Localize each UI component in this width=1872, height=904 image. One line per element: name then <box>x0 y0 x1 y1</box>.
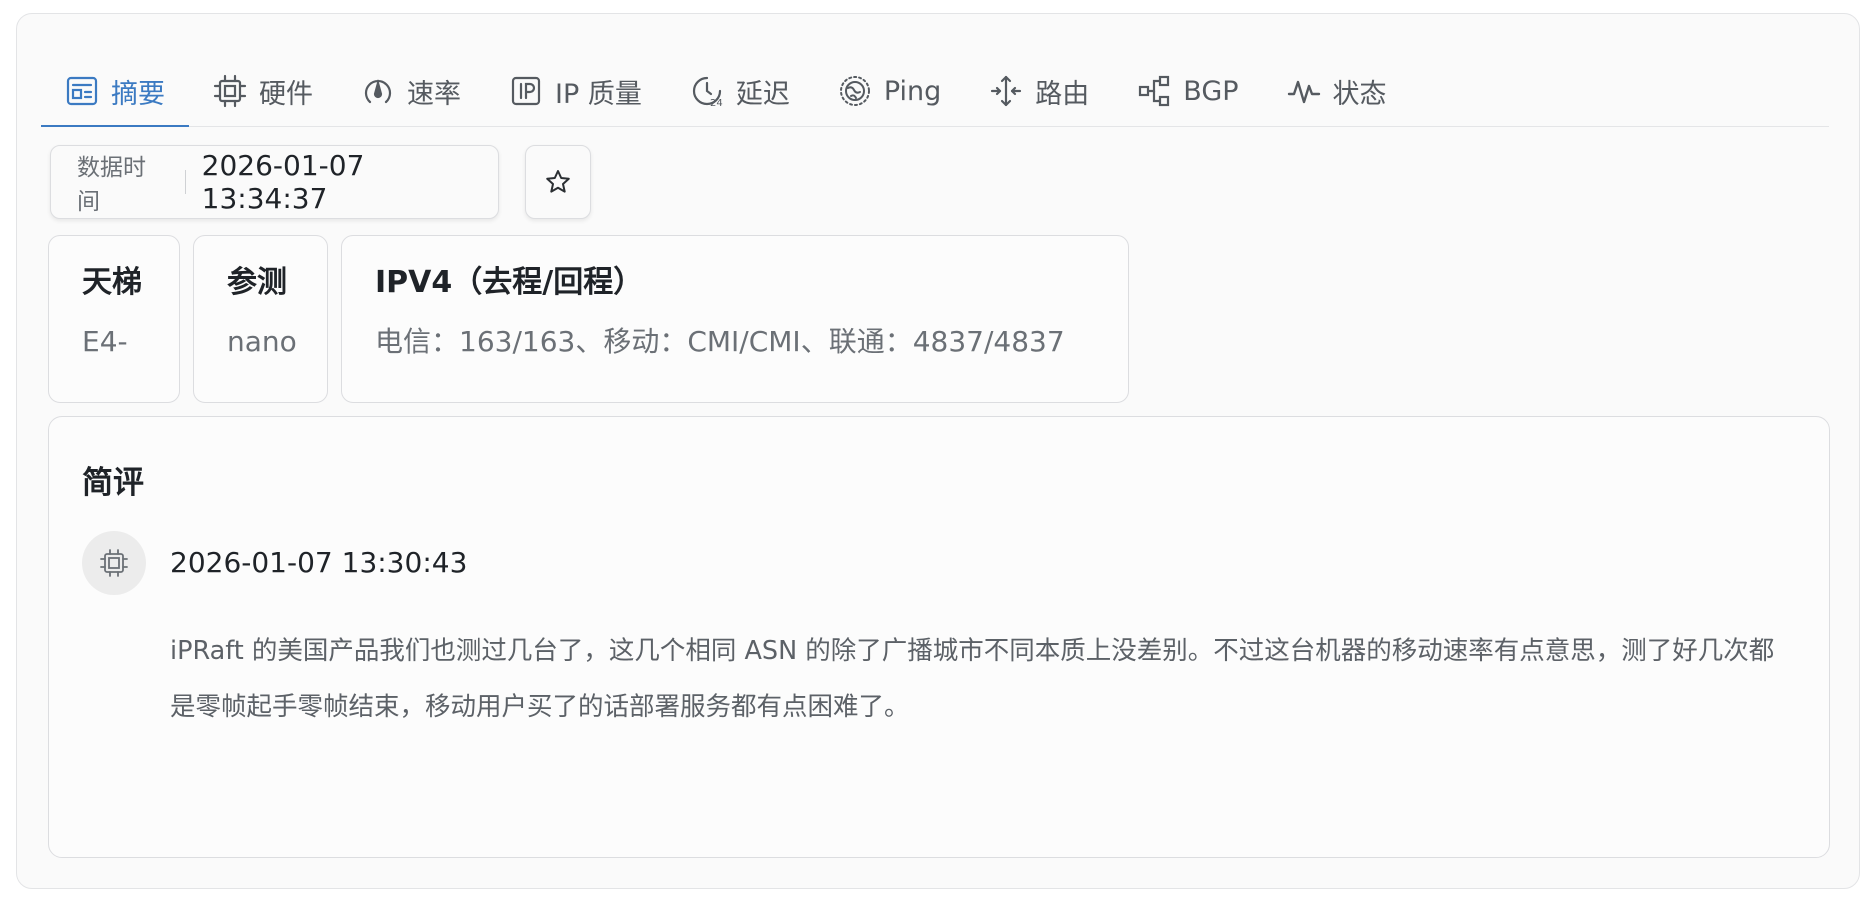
chip-icon <box>100 549 128 577</box>
tab-latency-label: 延迟 <box>735 78 790 110</box>
ladder-value: E4- <box>82 325 128 358</box>
review-card: 简评 2026-01-07 13:30:43 iPRaft 的美国产品我们也测过… <box>48 416 1830 858</box>
bgp-icon <box>1139 75 1170 107</box>
data-time-label: 数据时间 <box>77 155 146 215</box>
favorite-button[interactable] <box>525 145 591 219</box>
data-time-divider <box>184 170 186 194</box>
tab-latency[interactable]: 24 延迟 <box>666 56 814 126</box>
ip-icon <box>511 76 541 106</box>
tab-ping[interactable]: Ping <box>814 56 965 126</box>
review-time: 2026-01-07 13:30:43 <box>170 546 468 579</box>
tab-bgp[interactable]: BGP <box>1113 56 1262 126</box>
ladder-card: 天梯 E4- <box>48 235 180 403</box>
ipv4-card: IPV4（去程/回程） 电信：163/163、移动：CMI/CMI、联通：483… <box>341 235 1129 403</box>
tab-hardware-label: 硬件 <box>259 78 313 110</box>
route-icon <box>991 75 1022 107</box>
ladder-title: 天梯 <box>82 265 142 300</box>
tab-route-label: 路由 <box>1035 78 1090 110</box>
tab-status-label: 状态 <box>1332 78 1387 110</box>
tab-hardware[interactable]: 硬件 <box>189 56 337 126</box>
ipv4-value: 电信：163/163、移动：CMI/CMI、联通：4837/4837 <box>375 325 1065 358</box>
tab-ping-label: Ping <box>883 75 942 107</box>
review-text: iPRaft 的美国产品我们也测过几台了，这几个相同 ASN 的除了广播城市不同… <box>170 636 1775 722</box>
participant-title: 参测 <box>227 265 287 300</box>
review-title: 简评 <box>82 465 144 501</box>
avatar <box>82 531 146 595</box>
latency-icon: 24 <box>692 76 723 108</box>
star-icon <box>546 170 570 193</box>
tab-ip-quality-label: IP 质量 <box>555 78 642 110</box>
svg-text:24: 24 <box>710 98 723 108</box>
tab-speed[interactable]: 速率 <box>337 56 485 126</box>
tab-route[interactable]: 路由 <box>965 56 1113 126</box>
globe-icon <box>839 76 870 106</box>
tab-bar: 摘要 硬件 速率 IP 质量 24 延迟 Ping 路由 BGP 状态 <box>41 56 1829 127</box>
tab-summary[interactable]: 摘要 <box>41 56 189 127</box>
summary-icon <box>66 76 98 106</box>
tab-bgp-label: BGP <box>1183 75 1239 107</box>
tab-ip-quality[interactable]: IP 质量 <box>485 56 666 126</box>
status-icon <box>1287 80 1320 104</box>
tab-status[interactable]: 状态 <box>1263 56 1411 126</box>
speed-icon <box>364 78 392 104</box>
participant-value: nano <box>227 325 297 358</box>
chip-icon <box>213 74 247 108</box>
data-time-value: 2026-01-07 13:34:37 <box>201 149 365 215</box>
tab-speed-label: 速率 <box>407 78 461 110</box>
tab-summary-label: 摘要 <box>111 78 165 110</box>
participant-card: 参测 nano <box>193 235 328 403</box>
ipv4-title: IPV4（去程/回程） <box>375 265 644 300</box>
data-time-box: 数据时间 2026-01-07 13:34:37 <box>50 145 499 219</box>
